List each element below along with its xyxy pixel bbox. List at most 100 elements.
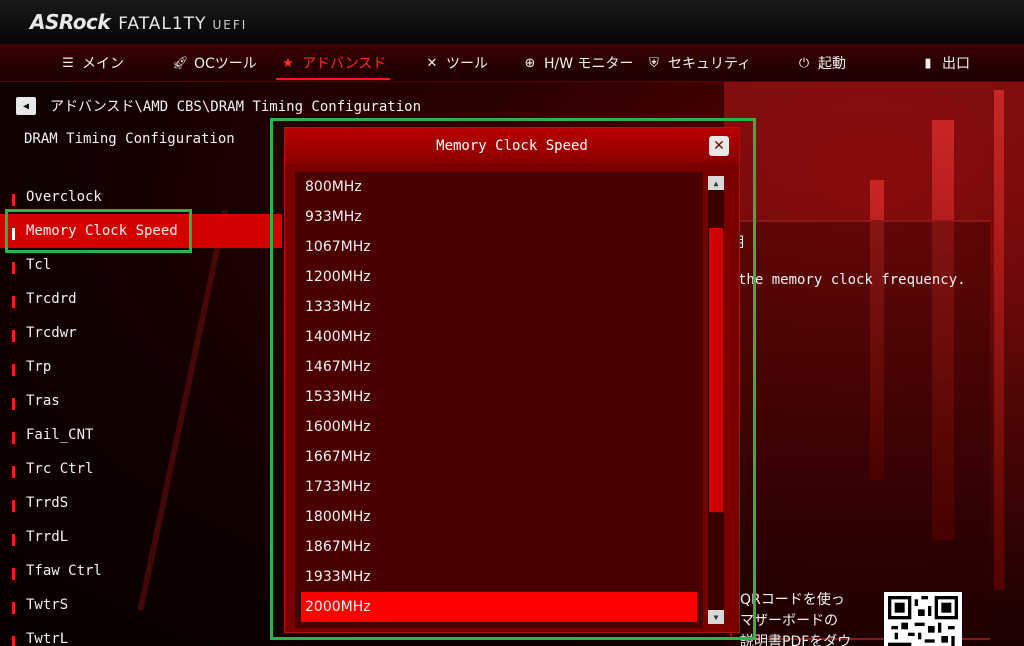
brand-logo: ASRock FATAL1TY UEFI (30, 10, 247, 34)
section-title: DRAM Timing Configuration (24, 131, 235, 147)
close-button[interactable]: ✕ (709, 136, 729, 156)
dialog-title: Memory Clock Speed (436, 138, 588, 154)
close-icon: ✕ (713, 138, 725, 154)
nav-tab-label: アドバンスド (302, 56, 387, 72)
option-label: 1467MHz (305, 359, 371, 375)
nav-tab-label: OCツール (194, 56, 257, 72)
menu-item-trrds[interactable]: TrrdS (0, 486, 290, 520)
menu-item-label: Trp (26, 359, 52, 375)
option-2000mhz[interactable]: 2000MHz (301, 592, 697, 622)
nav-tab-main[interactable]: ☰ メイン (60, 44, 124, 82)
tools-icon: ✕ (426, 55, 438, 71)
nav-tab-tool[interactable]: ✕ ツール (424, 44, 488, 82)
option-933mhz[interactable]: 933MHz (295, 202, 703, 232)
option-1800mhz[interactable]: 1800MHz (295, 502, 703, 532)
nav-tab-exit[interactable]: ▮ 出口 (920, 44, 970, 82)
menu-item-label: Overclock (26, 189, 102, 205)
option-label: 1667MHz (305, 449, 371, 465)
menu-item-label: TwtrS (26, 597, 69, 613)
option-label: 1200MHz (305, 269, 371, 285)
menu-item-label: TrrdS (26, 495, 69, 511)
logo-suffix: UEFI (212, 18, 248, 32)
menu-item-trrdl[interactable]: TrrdL (0, 520, 290, 554)
rocket-icon: 🚀︎ (172, 55, 189, 71)
menu-item-trcdwr[interactable]: Trcdwr (0, 316, 290, 350)
dialog-header: Memory Clock Speed ✕ (285, 128, 739, 164)
option-1733mhz[interactable]: 1733MHz (295, 472, 703, 502)
option-1067mhz[interactable]: 1067MHz (295, 232, 703, 262)
menu-item-tcl[interactable]: Tcl (0, 248, 290, 282)
nav-tab-label: メイン (82, 56, 124, 72)
option-1467mhz[interactable]: 1467MHz (295, 352, 703, 382)
option-label: 1933MHz (305, 569, 371, 585)
logo-brand: ASRock (30, 10, 111, 34)
option-1867mhz[interactable]: 1867MHz (295, 532, 703, 562)
nav-tab-label: H/W モニター (544, 56, 634, 72)
qr-line: QRコードを使っ (740, 592, 845, 608)
menu-item-label: TrrdL (26, 529, 69, 545)
menu-item-label: Tcl (26, 257, 52, 273)
menu-item-label: Trcdwr (26, 325, 77, 341)
option-label: 1400MHz (305, 329, 371, 345)
menu-item-label: Tfaw Ctrl (26, 563, 102, 579)
power-icon: ⏻ (798, 55, 810, 71)
qr-instructions: QRコードを使っ マザーボードの 説明書PDFをダウ (740, 590, 851, 646)
option-label: 1867MHz (305, 539, 371, 555)
nav-tab-label: 出口 (942, 56, 970, 72)
qr-line: 説明書PDFをダウ (740, 634, 852, 646)
back-button[interactable]: ◀ (16, 97, 36, 115)
option-label: 1733MHz (305, 479, 371, 495)
menu-item-label: Trcdrd (26, 291, 77, 307)
help-description: the memory clock frequency. (738, 272, 966, 288)
option-1533mhz[interactable]: 1533MHz (295, 382, 703, 412)
background-light-tower (994, 90, 1004, 590)
menu-item-label: Trc Ctrl (26, 461, 94, 477)
option-label: 1067MHz (305, 239, 371, 255)
arrow-down-icon: ▼ (713, 612, 719, 622)
menu-item-fail-cnt[interactable]: Fail_CNT (0, 418, 290, 452)
menu-item-trcdrd[interactable]: Trcdrd (0, 282, 290, 316)
memory-clock-speed-dialog: Memory Clock Speed ✕ 800MHz 933MHz 1067M… (284, 127, 740, 633)
nav-tab-oc-tweaker[interactable]: 🚀︎ OCツール (172, 44, 257, 82)
nav-tab-advanced[interactable]: ★ アドバンスド (275, 44, 391, 82)
menu-item-twtrs[interactable]: TwtrS (0, 588, 290, 622)
menu-item-label: Tras (26, 393, 60, 409)
nav-tab-boot[interactable]: ⏻ 起動 (796, 44, 846, 82)
menu-item-trp[interactable]: Trp (0, 350, 290, 384)
nav-tab-label: セキュリティ (668, 56, 752, 72)
back-arrow-icon: ◀ (22, 100, 30, 112)
nav-tab-label: 起動 (818, 56, 846, 72)
breadcrumb-path: アドバンスド\AMD CBS\DRAM Timing Configuration (50, 99, 421, 115)
option-1200mhz[interactable]: 1200MHz (295, 262, 703, 292)
menu-item-tras[interactable]: Tras (0, 384, 290, 418)
menu-item-label: Fail_CNT (26, 427, 94, 443)
list-icon: ☰ (62, 55, 74, 71)
arrow-up-icon: ▲ (713, 178, 719, 188)
option-800mhz[interactable]: 800MHz (295, 172, 703, 202)
scroll-up-button[interactable]: ▲ (708, 176, 724, 190)
header-bar: ASRock FATAL1TY UEFI (0, 0, 1024, 44)
scrollbar-thumb[interactable] (709, 228, 723, 512)
option-label: 1533MHz (305, 389, 371, 405)
nav-tab-label: ツール (446, 56, 488, 72)
option-1933mhz[interactable]: 1933MHz (295, 562, 703, 592)
shield-icon: ⛨ (649, 55, 659, 71)
option-1600mhz[interactable]: 1600MHz (295, 412, 703, 442)
logo-line: FATAL1TY (118, 14, 207, 34)
menu-item-label: TwtrL (26, 631, 69, 646)
option-1333mhz[interactable]: 1333MHz (295, 292, 703, 322)
menu-item-trc-ctrl[interactable]: Trc Ctrl (0, 452, 290, 486)
scrollbar[interactable]: ▲ ▼ (708, 176, 724, 624)
option-1400mhz[interactable]: 1400MHz (295, 322, 703, 352)
option-label: 1600MHz (305, 419, 371, 435)
exit-icon: ▮ (924, 55, 932, 71)
scroll-down-button[interactable]: ▼ (708, 610, 724, 624)
nav-tab-hw-monitor[interactable]: ⊕ H/W モニター (522, 44, 634, 82)
menu-item-twtrl[interactable]: TwtrL (0, 622, 290, 646)
option-1667mhz[interactable]: 1667MHz (295, 442, 703, 472)
option-list: 800MHz 933MHz 1067MHz 1200MHz 1333MHz 14… (295, 172, 703, 628)
menu-item-tfaw-ctrl[interactable]: Tfaw Ctrl (0, 554, 290, 588)
qr-code-icon (884, 592, 962, 646)
selection-highlight-box (5, 209, 192, 253)
nav-tab-security[interactable]: ⛨ セキュリティ (646, 44, 751, 82)
